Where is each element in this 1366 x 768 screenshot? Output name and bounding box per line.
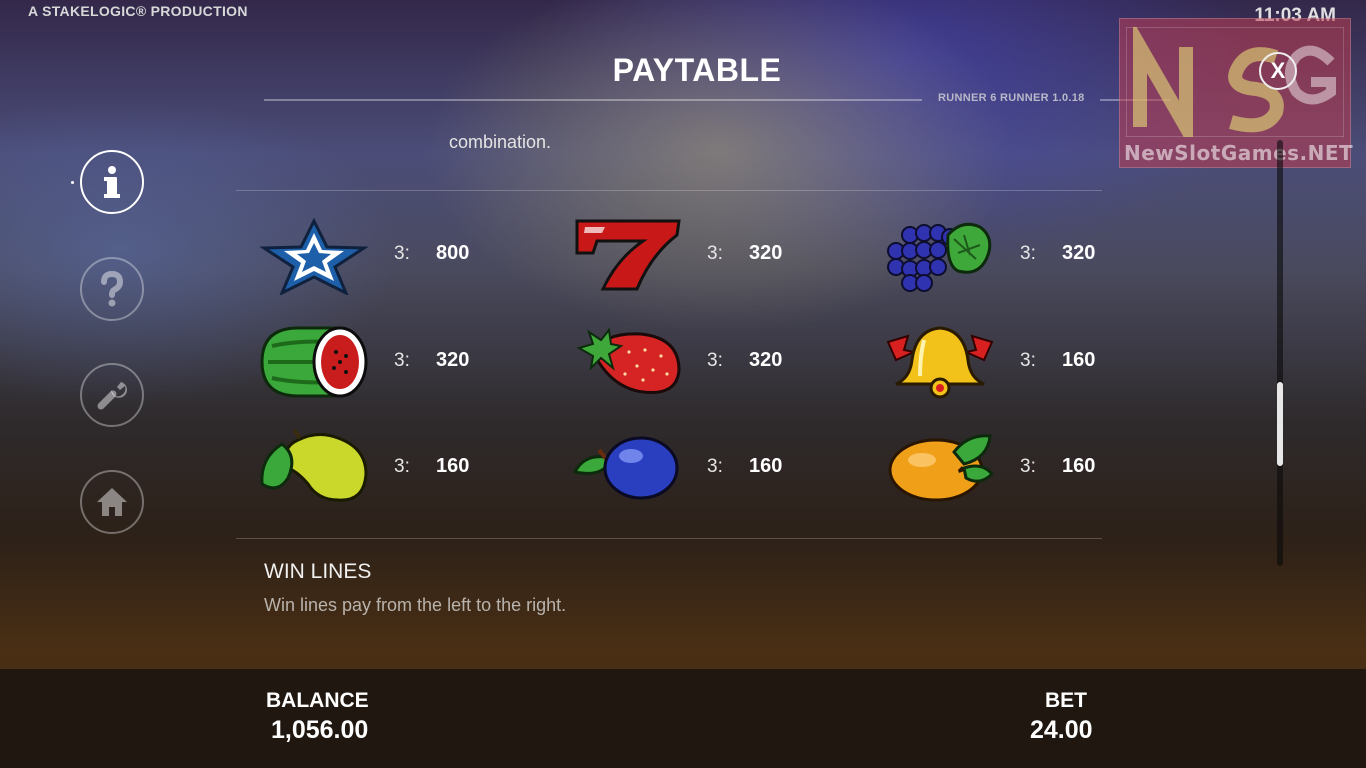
payout-multiplier: 3:	[707, 243, 723, 264]
win-lines-heading: WIN LINES	[264, 560, 372, 583]
payout-multiplier: 3:	[394, 243, 410, 264]
pear-icon	[260, 428, 368, 502]
info-icon	[104, 166, 120, 198]
paytable-entry: 3: 320	[884, 215, 1204, 295]
bell-icon	[886, 326, 994, 399]
paytable-entry: 3: 160	[571, 428, 891, 508]
brand-label: A STAKELOGIC® PRODUCTION	[28, 3, 248, 19]
win-lines-description: Win lines pay from the left to the right…	[264, 595, 567, 615]
paytable-entry: 3: 320	[258, 322, 578, 402]
paytable-intro-text: combination.	[449, 132, 552, 152]
balance-value: 1,056.00	[271, 716, 369, 744]
paytable-entry: 3: 160	[884, 322, 1204, 402]
scrollbar-thumb[interactable]	[1277, 382, 1283, 466]
version-label: RUNNER 6 RUNNER 1.0.18	[938, 92, 1085, 104]
star-icon	[259, 217, 369, 295]
sidebar-item-info[interactable]	[80, 150, 144, 214]
sidebar-item-settings[interactable]	[80, 363, 144, 427]
orange-icon	[888, 434, 995, 502]
balance-label: BALANCE	[266, 689, 369, 712]
bet-value: 24.00	[1030, 716, 1093, 744]
grapes-icon	[887, 222, 992, 292]
watermark: NewSlotGames.NET	[1119, 18, 1354, 168]
payout-multiplier: 3:	[1020, 243, 1036, 264]
payout-value: 160	[1062, 455, 1096, 477]
payout-multiplier: 3:	[1020, 350, 1036, 371]
wrench-icon	[97, 382, 127, 410]
payout-value: 160	[749, 455, 783, 477]
divider-bottom	[236, 538, 1102, 539]
plum-icon	[572, 436, 679, 500]
bet-label: BET	[1045, 689, 1087, 712]
payout-multiplier: 3:	[707, 350, 723, 371]
footer-bar	[0, 669, 1366, 768]
seven-icon	[575, 219, 681, 291]
title-underline	[264, 99, 922, 101]
close-icon: X	[1270, 58, 1286, 83]
close-button[interactable]: X	[1259, 52, 1297, 90]
payout-value: 320	[436, 349, 470, 371]
payout-value: 160	[436, 455, 470, 477]
strawberry-icon	[576, 327, 681, 395]
payout-multiplier: 3:	[394, 456, 410, 477]
payout-multiplier: 3:	[394, 350, 410, 371]
paytable-entry: 3: 320	[571, 322, 891, 402]
active-indicator	[71, 181, 74, 184]
scrollbar-track[interactable]	[1277, 140, 1283, 566]
watermark-text: NewSlotGames.NET	[1124, 141, 1354, 165]
payout-value: 800	[436, 242, 470, 264]
watermark-logo	[1126, 27, 1344, 137]
paytable-entry: 3: 320	[571, 215, 891, 295]
payout-multiplier: 3:	[707, 456, 723, 477]
question-icon	[101, 271, 124, 307]
sidebar-item-home[interactable]	[80, 470, 144, 534]
paytable-entry: 3: 160	[258, 428, 578, 508]
payout-value: 320	[749, 242, 783, 264]
paytable-entry: 3: 160	[884, 428, 1204, 508]
paytable-entry: 3: 800	[258, 215, 578, 295]
payout-value: 160	[1062, 349, 1096, 371]
payout-value: 320	[1062, 242, 1096, 264]
payout-multiplier: 3:	[1020, 456, 1036, 477]
melon-icon	[260, 326, 368, 398]
sidebar-item-help[interactable]	[80, 257, 144, 321]
home-icon	[97, 488, 127, 516]
divider-top	[236, 190, 1102, 191]
payout-value: 320	[749, 349, 783, 371]
